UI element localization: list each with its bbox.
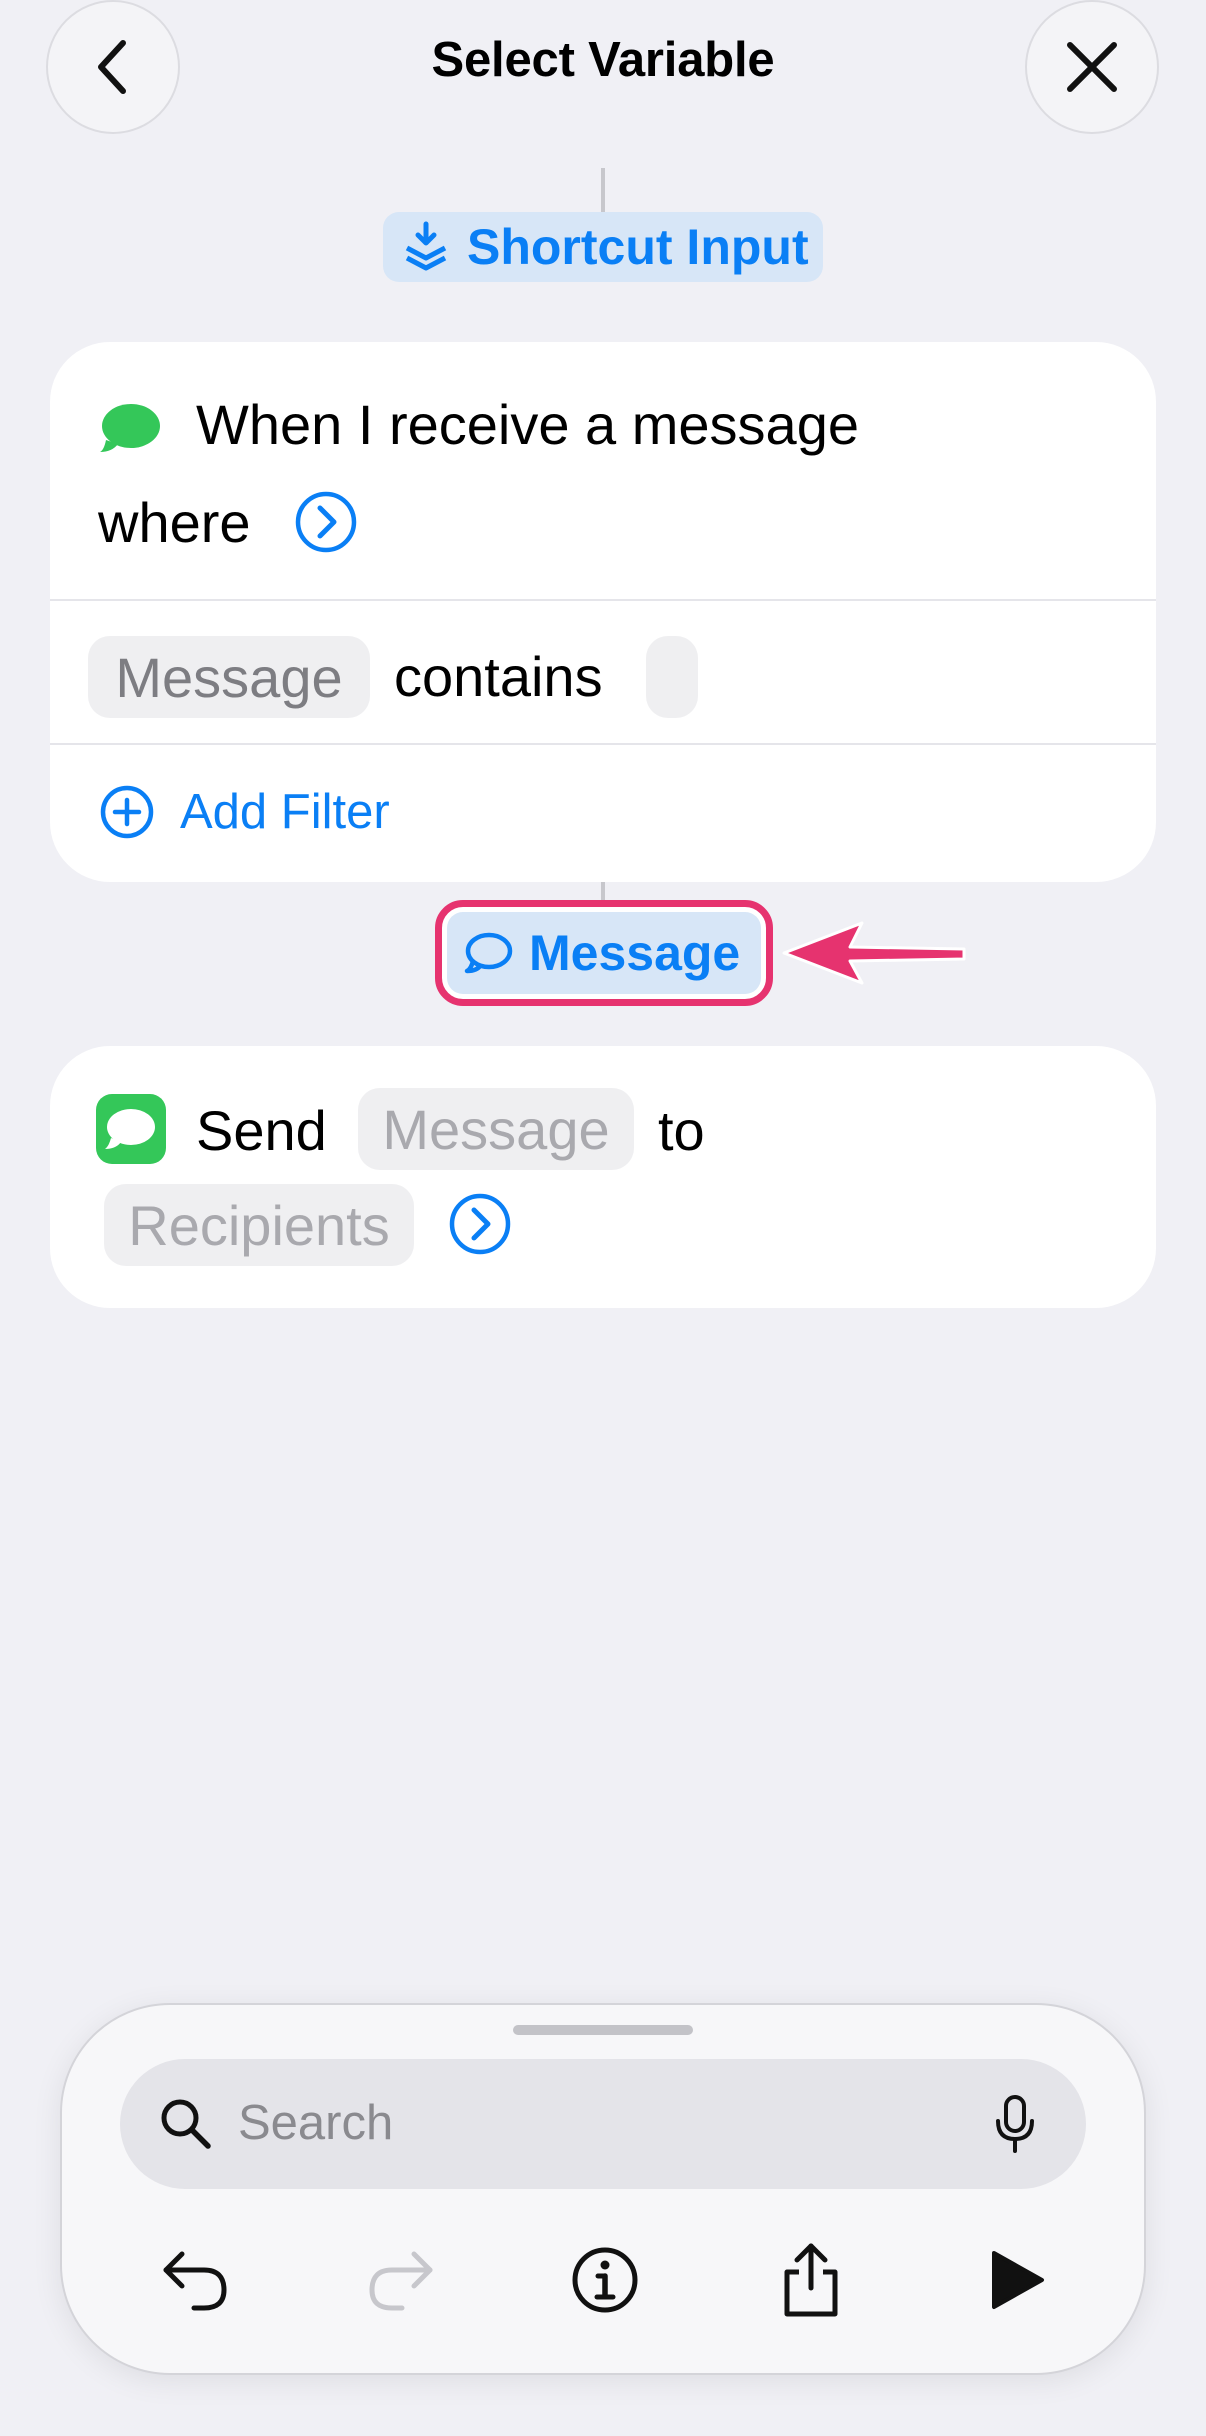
- trigger-where: where: [98, 491, 251, 554]
- redo-icon: [369, 2251, 433, 2311]
- grabber-handle[interactable]: [513, 2025, 693, 2035]
- divider: [50, 599, 1156, 601]
- recipients-pill[interactable]: Recipients: [104, 1184, 414, 1266]
- messages-app-icon: [96, 1094, 166, 1164]
- microphone-icon[interactable]: [994, 2095, 1036, 2155]
- send-message-pill[interactable]: Message: [358, 1088, 634, 1170]
- share-icon: [784, 2243, 838, 2317]
- plus-circle-icon[interactable]: [100, 785, 154, 839]
- filter-value-pill[interactable]: [646, 636, 698, 718]
- send-verb: Send: [196, 1099, 327, 1162]
- flow-connector: [601, 168, 605, 214]
- message-variable[interactable]: Message: [447, 912, 761, 994]
- layers-icon: [405, 221, 447, 271]
- filter-operator[interactable]: contains: [394, 644, 603, 709]
- trigger-card: When I receive a message where Message c…: [50, 342, 1156, 882]
- search-input[interactable]: Search: [120, 2059, 1086, 2189]
- send-to-word: to: [658, 1099, 705, 1162]
- redo-button[interactable]: [356, 2235, 446, 2325]
- annotation-arrow-icon: [782, 921, 966, 985]
- chevron-right-circle-icon[interactable]: [294, 490, 358, 554]
- search-icon: [161, 2099, 211, 2149]
- bottom-toolbar: Search: [60, 2003, 1146, 2375]
- search-placeholder: Search: [238, 2096, 394, 2150]
- chevron-right-circle-icon[interactable]: [448, 1192, 512, 1256]
- play-icon: [992, 2251, 1044, 2309]
- share-button[interactable]: [766, 2235, 856, 2325]
- messages-bubble-icon: [100, 404, 160, 452]
- trigger-title: When I receive a message: [196, 393, 859, 456]
- add-filter-button[interactable]: Add Filter: [180, 784, 390, 840]
- shortcut-input-variable[interactable]: Shortcut Input: [383, 212, 823, 282]
- undo-button[interactable]: [150, 2235, 240, 2325]
- close-button[interactable]: [1025, 0, 1159, 134]
- xmark-icon: [1067, 42, 1117, 92]
- info-button[interactable]: [560, 2235, 650, 2325]
- message-variable-label: Message: [529, 925, 741, 981]
- send-card: Send Message to Recipients: [50, 1046, 1156, 1308]
- info-icon: [572, 2247, 638, 2313]
- shortcut-input-label: Shortcut Input: [467, 219, 809, 275]
- speech-bubble-icon: [464, 932, 513, 974]
- divider: [50, 743, 1156, 745]
- undo-icon: [163, 2251, 227, 2311]
- run-button[interactable]: [972, 2235, 1062, 2325]
- filter-field-pill[interactable]: Message: [88, 636, 370, 718]
